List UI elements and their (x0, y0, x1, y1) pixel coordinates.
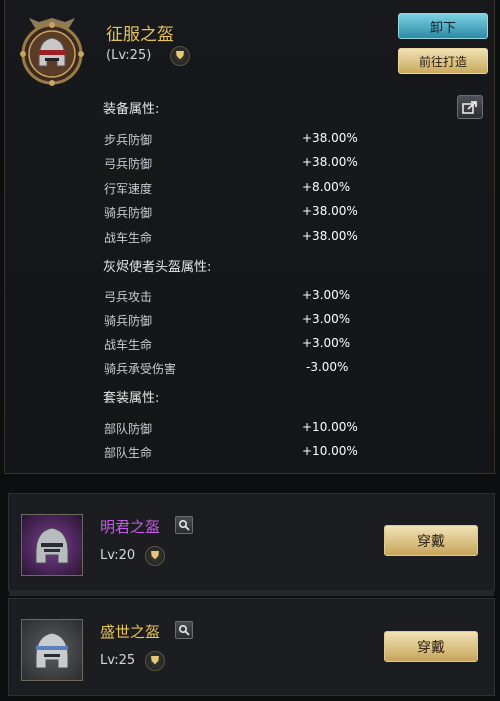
set-attrs-title: 套装属性: (103, 391, 160, 406)
equip-button[interactable]: 穿戴 (384, 525, 478, 556)
helmet-icon (21, 619, 83, 681)
helm-attrs-title: 灰烬使者头盔属性: (103, 260, 212, 275)
attr-value: +8.00% (302, 180, 351, 194)
attr-name: 弓兵防御 (104, 157, 153, 171)
item-level: Lv:20 (100, 548, 136, 563)
attr-value: +38.00% (302, 131, 358, 145)
unequip-button[interactable]: 卸下 (398, 13, 488, 39)
row-divider (9, 590, 494, 596)
attr-value: +38.00% (302, 155, 358, 169)
attr-name: 步兵防御 (104, 133, 153, 147)
attr-name: 战车生命 (104, 231, 153, 245)
equipped-item-level: (Lv:25) (106, 48, 152, 63)
attr-name: 战车生命 (104, 338, 153, 352)
attr-name: 骑兵防御 (104, 206, 153, 220)
attr-name: 部队防御 (104, 422, 153, 436)
helmet-icon (21, 514, 83, 576)
attr-name: 骑兵防御 (104, 314, 153, 328)
equipped-item-name: 征服之盔 (106, 25, 174, 45)
attr-value: +3.00% (302, 288, 351, 302)
attr-value: -3.00% (306, 360, 349, 374)
armor-icon: ⛊ (170, 46, 190, 66)
attr-value: +38.00% (302, 204, 358, 218)
list-item: 盛世之盔 Lv:25 ⛊ 穿戴 (8, 590, 495, 696)
go-forge-button[interactable]: 前往打造 (398, 48, 488, 74)
attr-value: +10.00% (302, 420, 358, 434)
attr-value: +10.00% (302, 444, 358, 458)
attr-name: 骑兵承受伤害 (104, 362, 177, 376)
item-name: 明君之盔 (100, 518, 161, 536)
helmet-badge-icon (19, 14, 85, 86)
search-icon[interactable] (175, 516, 193, 534)
item-name: 盛世之盔 (100, 623, 161, 641)
item-level: Lv:25 (100, 653, 136, 668)
attr-name: 行军速度 (104, 182, 153, 196)
attr-value: +3.00% (302, 336, 351, 350)
equip-button[interactable]: 穿戴 (384, 631, 478, 662)
armor-icon: ⛊ (145, 651, 165, 671)
attr-name: 部队生命 (104, 446, 153, 460)
equip-attrs-title: 装备属性: (103, 102, 160, 117)
armor-icon: ⛊ (145, 546, 165, 566)
equipped-item-panel: 征服之盔 (Lv:25) ⛊ 卸下 前往打造 装备属性: 步兵防御 +38.00… (4, 0, 495, 474)
attr-name: 弓兵攻击 (104, 290, 153, 304)
attr-value: +3.00% (302, 312, 351, 326)
attr-value: +38.00% (302, 229, 358, 243)
list-item: 明君之盔 Lv:20 ⛊ 穿戴 (8, 493, 495, 591)
share-icon[interactable] (457, 95, 483, 119)
search-icon[interactable] (175, 621, 193, 639)
